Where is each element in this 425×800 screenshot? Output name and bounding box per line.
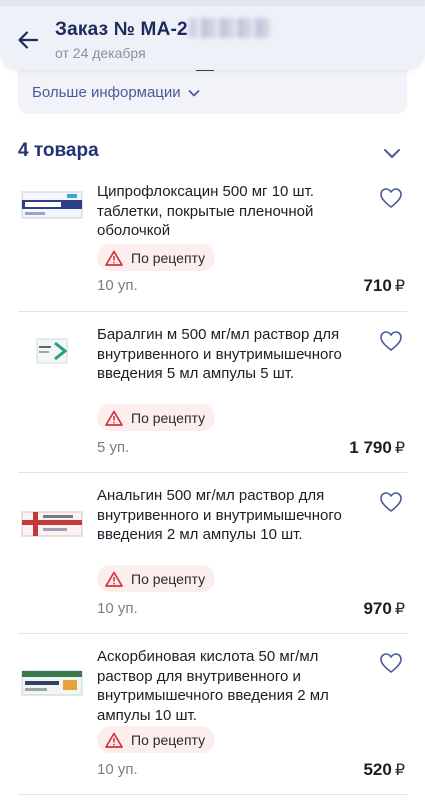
product-price: 520 ₽ (363, 760, 405, 780)
warning-triangle-icon (105, 250, 123, 266)
prescription-badge: По рецепту (97, 404, 216, 431)
product-quantity: 10 уп. (97, 600, 138, 617)
product-price: 1 790 ₽ (349, 438, 405, 458)
heart-outline-icon (380, 188, 402, 208)
prescription-label: По рецепту (131, 249, 206, 266)
price-value: 710 (363, 276, 392, 295)
arrow-left-icon (18, 31, 39, 49)
currency-symbol: ₽ (394, 440, 405, 457)
prescription-badge: По рецепту (97, 565, 216, 592)
currency-symbol: ₽ (394, 278, 405, 295)
order-date: от 24 декабря (55, 45, 146, 61)
favorite-button[interactable] (379, 491, 403, 513)
favorite-button[interactable] (379, 652, 403, 674)
collapse-items-button[interactable] (381, 142, 403, 164)
warning-triangle-icon (105, 410, 123, 426)
price-value: 520 (363, 760, 392, 779)
price-value: 1 790 (349, 438, 392, 457)
more-info-label: Больше информации (32, 84, 181, 101)
prescription-label: По рецепту (131, 731, 206, 748)
product-quantity: 5 уп. (97, 439, 130, 456)
product-item[interactable]: Анальгин 500 мг/мл раствор для внутривен… (18, 474, 407, 634)
heart-outline-icon (380, 653, 402, 673)
items-count-title: 4 товара (18, 140, 99, 161)
price-value: 970 (363, 599, 392, 618)
prescription-badge: По рецепту (97, 726, 216, 753)
page-title: Заказ № МА-2 (55, 18, 271, 41)
product-price: 710 ₽ (363, 276, 405, 296)
warning-triangle-icon (105, 571, 123, 587)
product-image (21, 329, 83, 373)
product-item[interactable]: Аскорбиновая кислота 50 мг/мл раствор дл… (18, 635, 407, 795)
back-button[interactable] (12, 24, 44, 56)
items-section-header: 4 товара (18, 140, 407, 166)
prescription-label: По рецепту (131, 409, 206, 426)
product-quantity: 10 уп. (97, 277, 138, 294)
favorite-button[interactable] (379, 187, 403, 209)
more-info-button[interactable]: Больше информации (32, 84, 201, 101)
product-item[interactable]: Ципрофлоксацин 500 мг 10 шт. таблетки, п… (18, 170, 407, 312)
warning-triangle-icon (105, 732, 123, 748)
prescription-badge: По рецепту (97, 244, 216, 271)
product-image (21, 661, 83, 705)
heart-outline-icon (380, 492, 402, 512)
prescription-label: По рецепту (131, 570, 206, 587)
redacted-order-number (188, 18, 271, 38)
currency-symbol: ₽ (394, 762, 405, 779)
product-quantity: 10 уп. (97, 761, 138, 778)
heart-outline-icon (380, 331, 402, 351)
order-number: Заказ № МА-2 (55, 19, 188, 40)
product-name[interactable]: Ципрофлоксацин 500 мг 10 шт. таблетки, п… (97, 182, 369, 241)
product-item[interactable]: Баралгин м 500 мг/мл раствор для внутрив… (18, 313, 407, 473)
chevron-down-icon (384, 149, 400, 158)
chevron-down-icon (188, 89, 200, 96)
product-image (21, 502, 83, 546)
product-price: 970 ₽ (363, 599, 405, 619)
product-name[interactable]: Анальгин 500 мг/мл раствор для внутривен… (97, 486, 369, 545)
currency-symbol: ₽ (394, 601, 405, 618)
favorite-button[interactable] (379, 330, 403, 352)
order-header: Заказ № МА-2 от 24 декабря (0, 6, 425, 70)
product-image (21, 184, 83, 228)
product-name[interactable]: Аскорбиновая кислота 50 мг/мл раствор дл… (97, 647, 369, 725)
product-name[interactable]: Баралгин м 500 мг/мл раствор для внутрив… (97, 325, 369, 384)
